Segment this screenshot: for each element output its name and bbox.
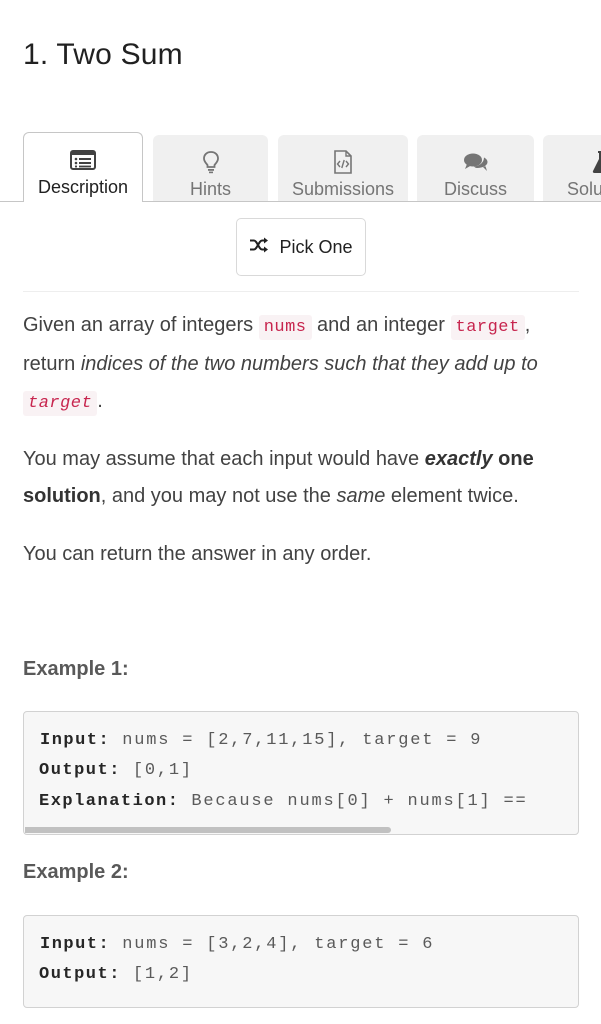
inline-code-target: target xyxy=(23,391,98,416)
code-file-icon xyxy=(333,150,353,174)
description-icon xyxy=(70,148,96,172)
inline-code-target: target xyxy=(450,315,525,340)
description-text: . xyxy=(97,390,103,412)
flask-icon xyxy=(567,150,601,174)
description-text: You may assume that each input would hav… xyxy=(23,448,425,470)
example-2-code-block: Input: nums = [3,2,4], target = 6 Output… xyxy=(23,915,579,1008)
input-label: Input: xyxy=(40,935,111,954)
tab-description[interactable]: Description xyxy=(23,132,143,202)
pick-one-label: Pick One xyxy=(279,236,353,257)
description-emphasis: indices of the two numbers such that the… xyxy=(80,353,538,375)
problem-page: 1. Two Sum Description Hints Submissions… xyxy=(0,0,601,1024)
problem-title: 1. Two Sum xyxy=(23,38,183,71)
chat-icon xyxy=(463,150,489,174)
tab-discuss[interactable]: Discuss xyxy=(417,135,534,201)
tab-submissions-label: Submissions xyxy=(291,179,395,199)
output-label: Output: xyxy=(39,965,121,984)
description-text: element twice. xyxy=(385,485,519,507)
example-1-input: Input: nums = [2,7,11,15], target = 9 xyxy=(40,731,482,750)
shuffle-icon xyxy=(249,237,269,258)
explanation-value: Because nums[0] + nums[1] == xyxy=(179,792,528,811)
description-emphasis: same xyxy=(336,485,386,507)
input-value: nums = [2,7,11,15], target = 9 xyxy=(110,731,483,750)
lightbulb-icon xyxy=(202,150,220,174)
section-divider xyxy=(23,291,579,292)
horizontal-scrollbar[interactable] xyxy=(25,827,391,833)
inline-code-nums: nums xyxy=(258,315,312,340)
example-2-input: Input: nums = [3,2,4], target = 6 xyxy=(40,935,434,954)
description-emphasis-bold: exactly xyxy=(424,448,493,470)
tab-description-label: Description xyxy=(37,177,129,197)
input-value: nums = [3,2,4], target = 6 xyxy=(110,935,435,954)
input-label: Input: xyxy=(40,731,111,750)
tab-hints-label: Hints xyxy=(189,179,231,199)
tab-discuss-label: Discuss xyxy=(443,179,507,199)
example-1-explanation: Explanation: Because nums[0] + nums[1] =… xyxy=(39,792,527,811)
description-paragraph-3: You can return the answer in any order. xyxy=(23,543,372,565)
description-text: and an integer xyxy=(311,314,451,336)
description-text: Given an array of integers xyxy=(23,314,259,336)
description-paragraph-1: Given an array of integers nums and an i… xyxy=(23,307,583,422)
example-1-title: Example 1: xyxy=(23,658,129,680)
example-2-title: Example 2: xyxy=(23,861,129,883)
example-1-output: Output: [0,1] xyxy=(39,761,193,780)
tab-solution-label: Solu xyxy=(567,179,601,199)
pick-one-button[interactable]: Pick One xyxy=(236,218,366,276)
tab-bar: Description Hints Submissions Discuss So… xyxy=(0,132,601,202)
tab-hints[interactable]: Hints xyxy=(153,135,268,201)
output-value: [0,1] xyxy=(120,761,193,780)
output-label: Output: xyxy=(39,761,121,780)
example-2-output: Output: [1,2] xyxy=(39,965,193,984)
description-paragraph-2: You may assume that each input would hav… xyxy=(23,441,579,515)
example-1-code-block[interactable]: Input: nums = [2,7,11,15], target = 9 Ou… xyxy=(23,711,579,835)
explanation-label: Explanation: xyxy=(39,792,180,811)
tab-solution[interactable]: Solu xyxy=(543,135,601,201)
tab-submissions[interactable]: Submissions xyxy=(278,135,408,201)
description-text: , and you may not use the xyxy=(100,485,337,507)
output-value: [1,2] xyxy=(120,965,193,984)
